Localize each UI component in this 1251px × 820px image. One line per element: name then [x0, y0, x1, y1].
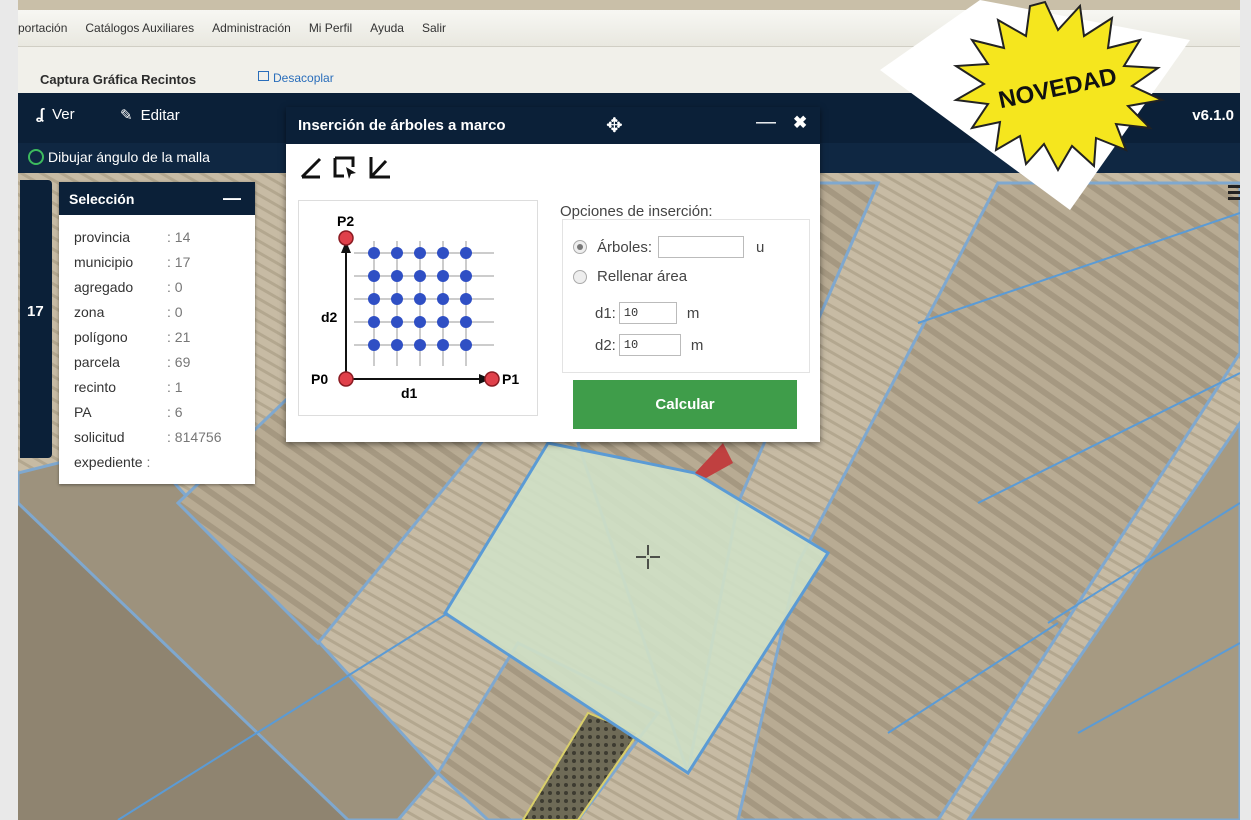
side-tab[interactable]: 17: [20, 180, 52, 458]
p1-label: P1: [502, 371, 519, 387]
close-button[interactable]: ✖: [793, 113, 807, 133]
field-value: :: [146, 454, 151, 470]
trees-option: Árboles: u: [573, 236, 764, 258]
field-label: recinto: [74, 379, 117, 395]
menu-ayuda[interactable]: Ayuda: [370, 21, 404, 35]
d2-label: d2: [321, 309, 338, 325]
page-title: Captura Gráfica Recintos: [40, 72, 197, 87]
pencil-icon: ✎: [120, 107, 133, 124]
app-frame: xportación Catálogos Auxiliares Administ…: [18, 0, 1240, 820]
field-value: : 1: [167, 379, 183, 395]
menu-administracion[interactable]: Administración: [212, 21, 291, 35]
d2-input[interactable]: 10: [618, 334, 681, 356]
field-label: expediente: [74, 454, 143, 470]
options-box: Árboles: u Rellenar área d1: 10 m d2: 10…: [562, 219, 810, 373]
axis-icon[interactable]: [366, 155, 392, 181]
trees-label: Árboles:: [597, 238, 653, 256]
d2-field-label: d2:: [595, 336, 616, 354]
selection-panel: Selección — provincia: 14 municipio: 17 …: [59, 182, 255, 484]
draw-angle-icon[interactable]: [298, 155, 324, 181]
undock-link[interactable]: Desacoplar: [258, 71, 334, 85]
trees-radio[interactable]: [573, 240, 587, 254]
fill-area-radio[interactable]: [573, 269, 587, 284]
menu-mi-perfil[interactable]: Mi Perfil: [309, 21, 352, 35]
d1-row: d1: 10 m: [595, 302, 699, 324]
menu-catalogos[interactable]: Catálogos Auxiliares: [85, 21, 194, 35]
fill-area-label: Rellenar área: [597, 268, 688, 285]
field-row: zona : 0: [74, 304, 183, 320]
undock-label: Desacoplar: [273, 71, 334, 85]
p1-point: [484, 371, 500, 387]
field-value: : 17: [167, 254, 191, 270]
minimize-button[interactable]: —: [223, 188, 241, 209]
fill-area-option: Rellenar área: [573, 268, 687, 285]
field-row: provincia : 14: [74, 229, 190, 245]
select-frame-icon[interactable]: [332, 155, 358, 181]
field-value: : 0: [167, 304, 183, 320]
dialog-title: Inserción de árboles a marco: [298, 117, 506, 134]
field-value: : 21: [167, 329, 191, 345]
ver-label: Ver: [52, 106, 75, 123]
field-label: PA: [74, 404, 92, 420]
field-label: parcela: [74, 354, 120, 370]
selection-header: Selección —: [59, 182, 255, 215]
field-value: : 69: [167, 354, 191, 370]
field-value: : 814756: [167, 429, 222, 445]
p0-point: [338, 371, 354, 387]
d1-input[interactable]: 10: [618, 302, 677, 324]
p2-point: [338, 230, 354, 246]
dialog-header[interactable]: Inserción de árboles a marco ✥ — ✖: [286, 107, 820, 144]
trees-input[interactable]: [658, 236, 745, 258]
field-label: agregado: [74, 279, 134, 295]
d1-unit: m: [686, 304, 700, 322]
novedad-badge: NOVEDAD: [880, 0, 1190, 210]
field-row: recinto : 1: [74, 379, 183, 395]
menu-exportacion[interactable]: xportación: [18, 21, 67, 35]
d2-row: d2: 10 m: [595, 334, 703, 356]
field-value: : 14: [167, 229, 191, 245]
field-value: : 0: [167, 279, 183, 295]
field-row: solicitud : 814756: [74, 429, 222, 445]
undock-icon: [258, 71, 269, 81]
hamburger-icon[interactable]: [1228, 185, 1240, 200]
trees-unit: u: [756, 238, 765, 256]
d1-label: d1: [401, 385, 418, 401]
field-value: : 6: [167, 404, 183, 420]
edit-label: Editar: [140, 107, 180, 124]
status-dot-icon: [28, 149, 44, 165]
mode-label: Dibujar ángulo de la malla: [48, 149, 210, 165]
tree-insertion-dialog: Inserción de árboles a marco ✥ — ✖ P2 P0…: [286, 107, 820, 442]
calculate-button[interactable]: Calcular: [573, 380, 797, 429]
ver-button[interactable]: ʆ Ver: [36, 106, 75, 123]
field-label: solicitud: [74, 429, 125, 445]
field-label: provincia: [74, 229, 131, 245]
move-icon[interactable]: ✥: [606, 113, 623, 138]
grid-diagram-svg: P2 P0 P1 d1 d2: [311, 213, 519, 401]
field-row: PA : 6: [74, 404, 183, 420]
field-label: zona: [74, 304, 105, 320]
edit-button[interactable]: ✎ Editar: [120, 106, 180, 124]
d1-field-label: d1:: [595, 304, 616, 322]
p0-label: P0: [311, 371, 328, 387]
side-tab-number: 17: [27, 303, 44, 320]
menu-salir[interactable]: Salir: [422, 21, 446, 35]
dialog-tools: [298, 155, 392, 181]
p2-label: P2: [337, 213, 354, 229]
field-row: municipio : 17: [74, 254, 190, 270]
selection-title: Selección: [69, 191, 135, 207]
field-row: parcela : 69: [74, 354, 190, 370]
draw-angle-mode[interactable]: Dibujar ángulo de la malla: [28, 149, 210, 165]
field-row: expediente:: [74, 454, 150, 470]
d2-unit: m: [690, 336, 704, 354]
ver-icon: ʆ: [36, 106, 45, 123]
field-row: agregado : 0: [74, 279, 183, 295]
grid-diagram: P2 P0 P1 d1 d2: [298, 200, 538, 416]
field-label: municipio: [74, 254, 134, 270]
field-label: polígono: [74, 329, 128, 345]
options-title: Opciones de inserción:: [560, 203, 713, 220]
dialog-minimize-button[interactable]: —: [756, 111, 776, 134]
field-row: polígono : 21: [74, 329, 190, 345]
